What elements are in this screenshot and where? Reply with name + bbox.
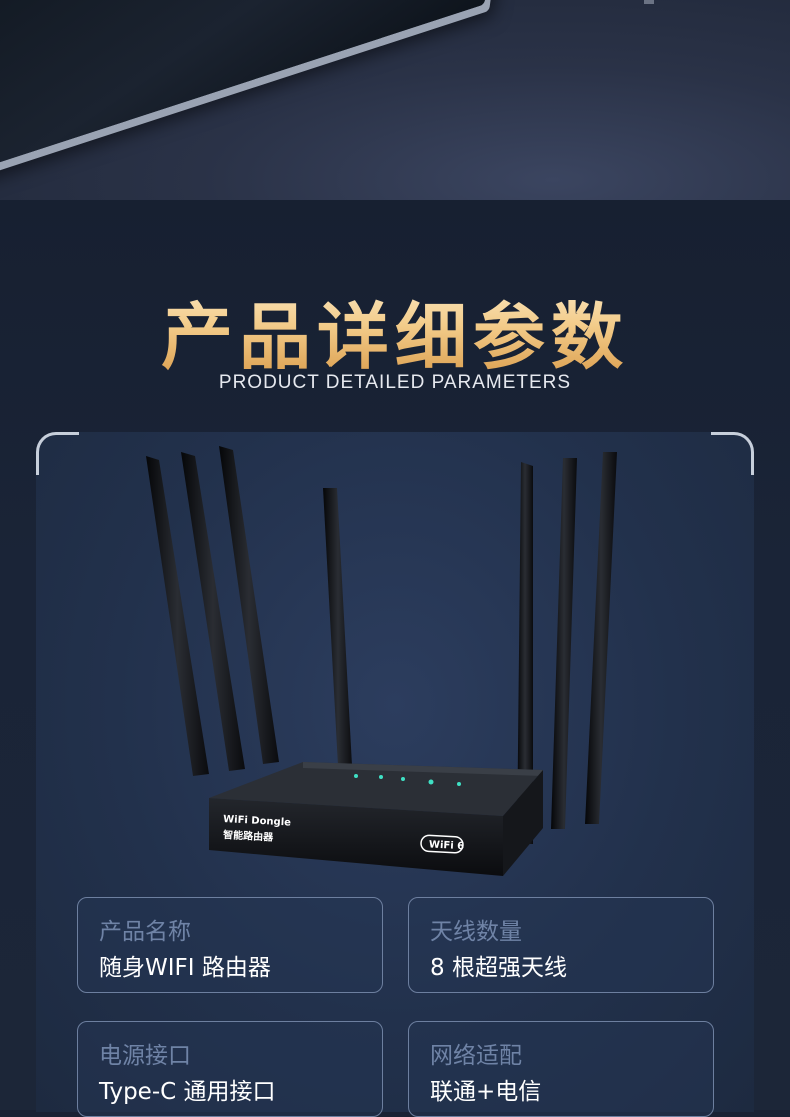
product-frame: WiFi Dongle 智能路由器 WiFi 6 (36, 432, 754, 1112)
parameters-section: 产品详细参数 PRODUCT DETAILED PARAMETERS WiFi … (0, 200, 790, 1117)
spec-card-antenna-count: 天线数量 8 根超强天线 (408, 897, 714, 993)
section-title: 产品详细参数 (0, 278, 790, 383)
spec-label: 网络适配 (430, 1043, 522, 1069)
spec-card-network: 网络适配 联通+电信 (408, 1021, 714, 1117)
section-subtitle: PRODUCT DETAILED PARAMETERS (218, 372, 572, 393)
wifi6-badge-text: WiFi 6 (429, 839, 465, 852)
spec-value: Type-C 通用接口 (99, 1079, 276, 1105)
spec-card-product-name: 产品名称 随身WIFI 路由器 (77, 897, 383, 993)
spec-value: 联通+电信 (430, 1079, 542, 1105)
spec-label: 产品名称 (99, 919, 191, 945)
frame-corner-left (36, 432, 79, 475)
spec-label: 电源接口 (99, 1043, 191, 1069)
spec-value: 8 根超强天线 (430, 955, 567, 981)
router-image: WiFi Dongle 智能路由器 WiFi 6 (146, 446, 617, 876)
laptop-image (0, 0, 515, 173)
spec-card-power-port: 电源接口 Type-C 通用接口 (77, 1021, 383, 1117)
frame-corner-right (711, 432, 754, 475)
laptop-edge (644, 0, 654, 4)
spec-value: 随身WIFI 路由器 (99, 955, 271, 981)
spec-label: 天线数量 (430, 919, 522, 945)
hero-photo (0, 0, 790, 200)
